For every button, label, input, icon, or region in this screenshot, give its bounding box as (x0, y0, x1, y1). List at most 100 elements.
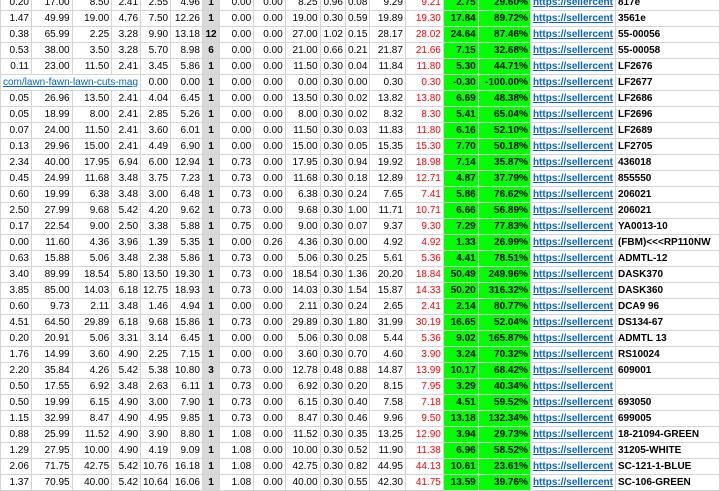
sku-cell[interactable]: 55-00056 (614, 26, 720, 43)
sku-cell[interactable]: 31205-WHITE (614, 442, 720, 459)
profit-cell[interactable]: 5.41 (442, 106, 479, 123)
col-e[interactable]: 10.76 (140, 458, 172, 475)
margin-cell[interactable]: 23.61% (477, 458, 531, 475)
sku-cell[interactable]: SC-121-1-BLUE (614, 458, 720, 475)
sku-cell[interactable]: LF2705 (614, 138, 720, 155)
col-a[interactable]: 2.50 (0, 202, 32, 219)
col-b[interactable]: 9.73 (31, 298, 73, 315)
qty-cell[interactable]: 1 (201, 90, 221, 107)
total-cell[interactable]: 15.30 (404, 138, 444, 155)
col-k[interactable]: 0.30 (319, 410, 346, 427)
col-f[interactable]: 16.18 (170, 458, 203, 475)
col-m[interactable]: 2.65 (369, 298, 406, 315)
qty-cell[interactable]: 1 (201, 378, 221, 395)
total-cell[interactable]: 18.98 (404, 154, 444, 171)
col-k[interactable]: 0.30 (319, 282, 346, 299)
qty-cell[interactable]: 1 (201, 314, 221, 331)
col-a[interactable]: 1.29 (0, 442, 32, 459)
col-a[interactable]: 1.37 (0, 474, 32, 491)
profit-cell[interactable]: 7.14 (442, 154, 479, 171)
col-j[interactable]: 8.00 (284, 106, 321, 123)
col-d[interactable]: 2.50 (111, 218, 142, 235)
qty-cell[interactable]: 1 (201, 218, 221, 235)
col-k[interactable]: 0.30 (319, 58, 346, 75)
total-cell[interactable]: 2.41 (404, 298, 444, 315)
col-l[interactable]: 1.54 (344, 282, 371, 299)
col-m[interactable]: 8.15 (369, 378, 406, 395)
col-i[interactable]: 0.00 (253, 346, 286, 363)
qty-cell[interactable]: 1 (201, 250, 221, 267)
qty-cell[interactable]: 1 (201, 74, 221, 91)
col-j[interactable]: 6.92 (284, 378, 321, 395)
col-b[interactable]: 38.00 (31, 42, 73, 59)
col-b[interactable]: 35.84 (31, 362, 73, 379)
col-e[interactable]: 3.60 (140, 122, 172, 139)
col-d[interactable]: 5.80 (111, 266, 142, 283)
col-c[interactable]: 8.50 (71, 0, 113, 11)
col-m[interactable]: 4.60 (369, 346, 406, 363)
col-a[interactable]: 1.47 (0, 10, 32, 27)
sku-cell[interactable]: 206021 (614, 186, 720, 203)
col-i[interactable]: 0.00 (253, 202, 286, 219)
col-e[interactable]: 3.00 (140, 186, 172, 203)
col-i[interactable]: 0.00 (253, 106, 286, 123)
sku-cell[interactable]: 609001 (614, 362, 720, 379)
qty-cell[interactable]: 1 (201, 346, 221, 363)
col-l[interactable]: 0.07 (344, 218, 371, 235)
profit-cell[interactable]: 16.65 (442, 314, 479, 331)
link-cell[interactable]: https://sellercent (529, 106, 616, 123)
col-l[interactable]: 0.21 (344, 42, 371, 59)
link-cell[interactable]: https://sellercent (529, 218, 616, 235)
profit-cell[interactable]: 3.29 (442, 378, 479, 395)
margin-cell[interactable]: 37.79% (477, 170, 531, 187)
col-m[interactable]: 15.87 (369, 282, 406, 299)
col-h[interactable]: 0.00 (219, 26, 255, 43)
col-h[interactable]: 0.00 (219, 90, 255, 107)
col-f[interactable]: 7.90 (170, 394, 203, 411)
col-l[interactable]: 1.80 (344, 314, 371, 331)
link-cell[interactable]: https://sellercent (529, 266, 616, 283)
col-c[interactable]: 11.52 (71, 426, 113, 443)
col-h[interactable]: 0.75 (219, 218, 255, 235)
col-i[interactable]: 0.00 (253, 90, 286, 107)
col-m[interactable]: 0.30 (369, 74, 406, 91)
col-i[interactable]: 0.00 (253, 58, 286, 75)
sku-cell[interactable]: ADMTL-12 (614, 250, 720, 267)
profit-cell[interactable]: 2.14 (442, 298, 479, 315)
sku-cell[interactable]: YA0013-10 (614, 218, 720, 235)
col-a[interactable]: 0.17 (0, 218, 32, 235)
col-h[interactable]: 0.00 (219, 122, 255, 139)
col-b[interactable]: 19.99 (31, 394, 73, 411)
link-cell[interactable]: https://sellercent (529, 362, 616, 379)
col-i[interactable]: 0.00 (253, 42, 286, 59)
col-e[interactable]: 9.90 (140, 26, 172, 43)
col-j[interactable]: 11.52 (284, 426, 321, 443)
col-d[interactable]: 2.41 (111, 138, 142, 155)
col-f[interactable]: 8.80 (170, 426, 203, 443)
col-e[interactable]: 3.38 (140, 218, 172, 235)
col-j[interactable]: 40.00 (284, 474, 321, 491)
col-d[interactable]: 3.28 (111, 26, 142, 43)
total-cell[interactable]: 11.80 (404, 58, 444, 75)
product-url-cell[interactable]: com/lawn-fawn-lawn-cuts-mag (0, 74, 142, 91)
col-i[interactable]: 0.00 (253, 378, 286, 395)
col-c[interactable]: 9.00 (71, 218, 113, 235)
profit-cell[interactable]: 3.94 (442, 426, 479, 443)
col-c[interactable]: 6.92 (71, 378, 113, 395)
profit-cell[interactable]: 6.16 (442, 122, 479, 139)
margin-cell[interactable]: -100.00% (477, 74, 531, 91)
col-c[interactable]: 15.00 (71, 138, 113, 155)
col-h[interactable]: 1.08 (219, 426, 255, 443)
col-l[interactable]: 0.08 (344, 0, 371, 11)
link-cell[interactable]: https://sellercent (529, 234, 616, 251)
col-d[interactable]: 5.42 (111, 202, 142, 219)
col-m[interactable]: 9.37 (369, 218, 406, 235)
col-h[interactable]: 0.00 (219, 74, 255, 91)
col-e[interactable]: 0.00 (140, 74, 172, 91)
col-a[interactable]: 0.50 (0, 394, 32, 411)
col-l[interactable]: 0.24 (344, 298, 371, 315)
col-k[interactable]: 0.30 (319, 90, 346, 107)
col-j[interactable]: 27.00 (284, 26, 321, 43)
col-l[interactable]: 0.05 (344, 138, 371, 155)
col-k[interactable]: 0.30 (319, 234, 346, 251)
